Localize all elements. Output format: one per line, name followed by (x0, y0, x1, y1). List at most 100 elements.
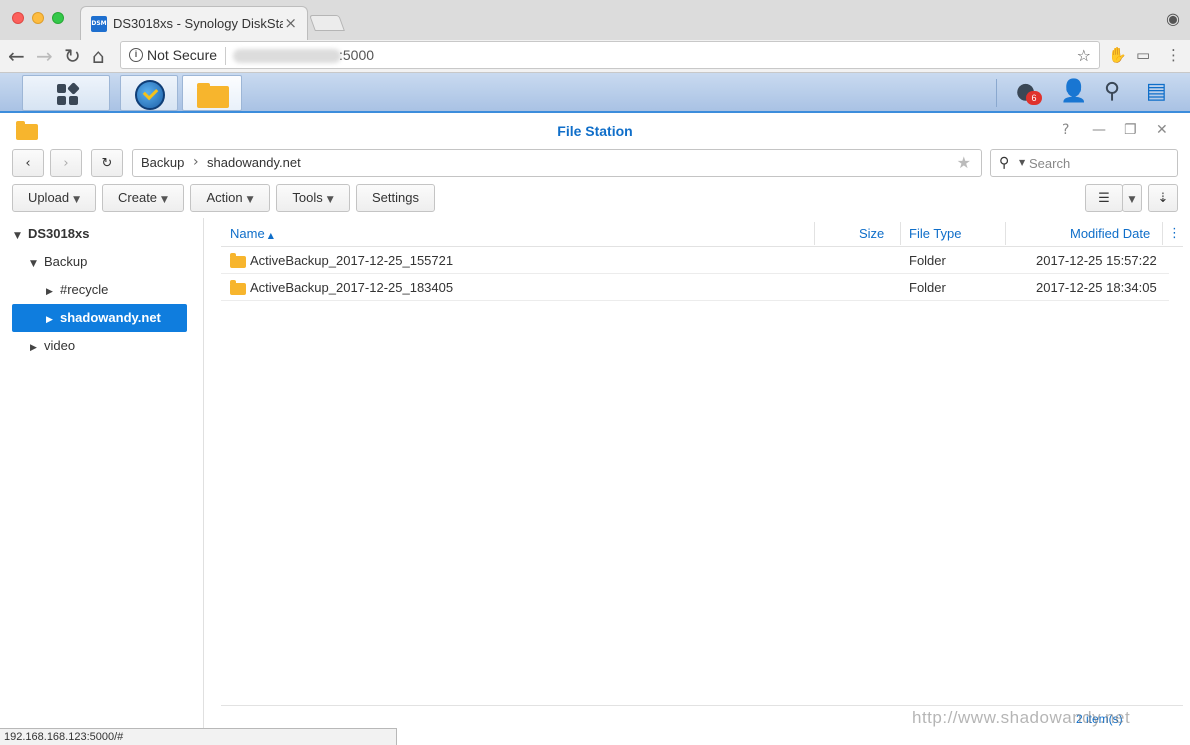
sort-icon: ⇣ (1157, 191, 1169, 206)
file-list-header: Name ▲ Size File Type Modified Date ⋮ (221, 220, 1183, 247)
active-backup-app-button[interactable] (120, 75, 178, 111)
tree-item-backup[interactable]: ▼ Backup (30, 248, 190, 276)
minimize-icon[interactable]: — (1092, 122, 1106, 138)
close-window-button[interactable] (12, 12, 24, 24)
table-row[interactable]: ActiveBackup_2017-12-25_155721 Folder 20… (221, 247, 1169, 274)
column-name[interactable]: Name ▲ (230, 220, 274, 247)
main-menu-button[interactable] (22, 75, 110, 111)
tree-root-label: DS3018xs (28, 226, 90, 241)
cast-icon[interactable]: ▭ (1136, 46, 1150, 64)
view-mode-button[interactable]: ☰ (1085, 184, 1123, 212)
chevron-right-icon: › (63, 156, 69, 171)
collapsed-arrow-icon[interactable]: ▶ (30, 334, 44, 362)
action-button[interactable]: Action ▼ (190, 184, 270, 212)
view-mode-dropdown[interactable]: ▼ (1122, 184, 1142, 212)
main-menu-icon (57, 82, 80, 106)
caret-down-icon: ▼ (161, 195, 168, 205)
upload-button[interactable]: Upload ▼ (12, 184, 96, 212)
breadcrumb-separator-icon: › (193, 154, 199, 170)
forward-arrow-icon[interactable]: → (36, 44, 53, 68)
user-icon[interactable]: 👤 (1060, 79, 1087, 104)
watermark: http://www.shadowandy.net (912, 708, 1131, 727)
dsm-favicon-icon: DSM (91, 16, 107, 32)
path-bar[interactable]: Backup › shadowandy.net ★ (132, 149, 982, 177)
address-separator (225, 47, 226, 65)
file-station-app-button[interactable] (182, 75, 242, 111)
breadcrumb-shadowandy[interactable]: shadowandy.net (207, 155, 301, 170)
tree-item-label: shadowandy.net (60, 310, 161, 325)
search-icon[interactable]: ⚲ (1104, 79, 1120, 104)
extension-icon[interactable]: ✋ (1108, 46, 1127, 64)
close-tab-icon[interactable]: × (284, 14, 297, 32)
settings-button[interactable]: Settings (356, 184, 435, 212)
tree-root[interactable]: ▼ DS3018xs (14, 220, 194, 248)
column-file-type[interactable]: File Type (909, 220, 962, 247)
folder-tree: ▼ DS3018xs ▼ Backup ▶ #recycle ▶ shadowandy.… (0, 218, 204, 728)
file-type: Folder (909, 253, 946, 268)
back-button[interactable]: ‹ (12, 149, 44, 177)
folder-icon (230, 253, 246, 268)
search-field[interactable]: ⚲ ▼ (990, 149, 1178, 177)
chevron-left-icon: ‹ (25, 156, 31, 171)
column-divider (1162, 222, 1163, 245)
file-name: ActiveBackup_2017-12-25_183405 (250, 280, 454, 295)
collapsed-arrow-icon[interactable]: ▶ (46, 278, 60, 306)
zoom-window-button[interactable] (52, 12, 64, 24)
settings-label: Settings (372, 190, 419, 205)
collapsed-arrow-icon[interactable]: ▶ (46, 306, 60, 334)
search-caret-icon[interactable]: ▼ (1019, 158, 1025, 167)
tree-item-label: video (44, 338, 76, 353)
refresh-button[interactable]: ↻ (91, 149, 123, 177)
forward-button[interactable]: › (50, 149, 82, 177)
tab-title: DS3018xs - Synology DiskStat (113, 16, 283, 31)
breadcrumb-backup[interactable]: Backup (141, 155, 184, 170)
url-port: :5000 (339, 47, 375, 63)
browser-tab[interactable]: DSM DS3018xs - Synology DiskStat × (80, 6, 308, 40)
refresh-icon: ↻ (101, 156, 113, 171)
sort-button[interactable]: ⇣ (1148, 184, 1178, 212)
file-modified: 2017-12-25 18:34:05 (1036, 280, 1157, 295)
widgets-icon[interactable]: ▤ (1146, 79, 1167, 104)
caret-down-icon: ▼ (1128, 195, 1136, 205)
tree-item-shadowandy[interactable]: ▶ shadowandy.net (12, 304, 187, 332)
caret-down-icon: ▼ (326, 195, 334, 205)
window-title-bar: File Station ? — ❐ ✕ (0, 115, 1190, 147)
search-input[interactable] (1029, 154, 1169, 172)
column-options-icon[interactable]: ⋮ (1168, 220, 1181, 247)
sort-ascending-icon: ▲ (267, 231, 274, 240)
expanded-arrow-icon[interactable]: ▼ (30, 250, 44, 278)
favorite-star-icon[interactable]: ★ (957, 153, 971, 172)
help-icon[interactable]: ? (1062, 122, 1069, 138)
restore-icon[interactable]: ❐ (1124, 122, 1137, 138)
close-icon[interactable]: ✕ (1156, 122, 1168, 138)
column-name-label: Name (230, 226, 265, 241)
tools-button[interactable]: Tools ▼ (276, 184, 350, 212)
browser-tab-bar: DSM DS3018xs - Synology DiskStat × ◉ (0, 0, 1190, 40)
menu-dots-icon[interactable]: ⋮ (1166, 46, 1181, 64)
status-bar-url: 192.168.168.123:5000/# (0, 728, 397, 745)
column-size[interactable]: Size (859, 220, 884, 247)
home-icon[interactable]: ⌂ (92, 44, 105, 68)
tree-item-video[interactable]: ▶ video (30, 332, 190, 360)
upload-label: Upload (27, 190, 70, 205)
table-row[interactable]: ActiveBackup_2017-12-25_183405 Folder 20… (221, 274, 1169, 301)
tree-item-label: #recycle (60, 282, 109, 297)
bookmark-star-icon[interactable]: ☆ (1077, 46, 1091, 65)
column-divider (1005, 222, 1006, 245)
new-tab-button[interactable] (309, 15, 345, 31)
create-button[interactable]: Create ▼ (102, 184, 184, 212)
expanded-arrow-icon[interactable]: ▼ (14, 222, 28, 250)
tree-item-recycle[interactable]: ▶ #recycle (46, 276, 186, 304)
minimize-window-button[interactable] (32, 12, 44, 24)
reload-icon[interactable]: ↻ (64, 44, 81, 68)
caret-down-icon: ▼ (246, 195, 254, 205)
list-footer-divider (221, 705, 1183, 706)
info-icon[interactable]: i (129, 48, 143, 62)
dsm-taskbar: ● 👤 ⚲ ▤ (0, 73, 1190, 113)
folder-icon (230, 280, 246, 295)
caret-down-icon: ▼ (73, 195, 81, 205)
address-bar[interactable]: i Not Secure :5000 ☆ (120, 41, 1100, 69)
column-modified-date[interactable]: Modified Date (1070, 220, 1150, 247)
back-arrow-icon[interactable]: ← (8, 44, 25, 68)
incognito-icon: ◉ (1166, 9, 1180, 28)
